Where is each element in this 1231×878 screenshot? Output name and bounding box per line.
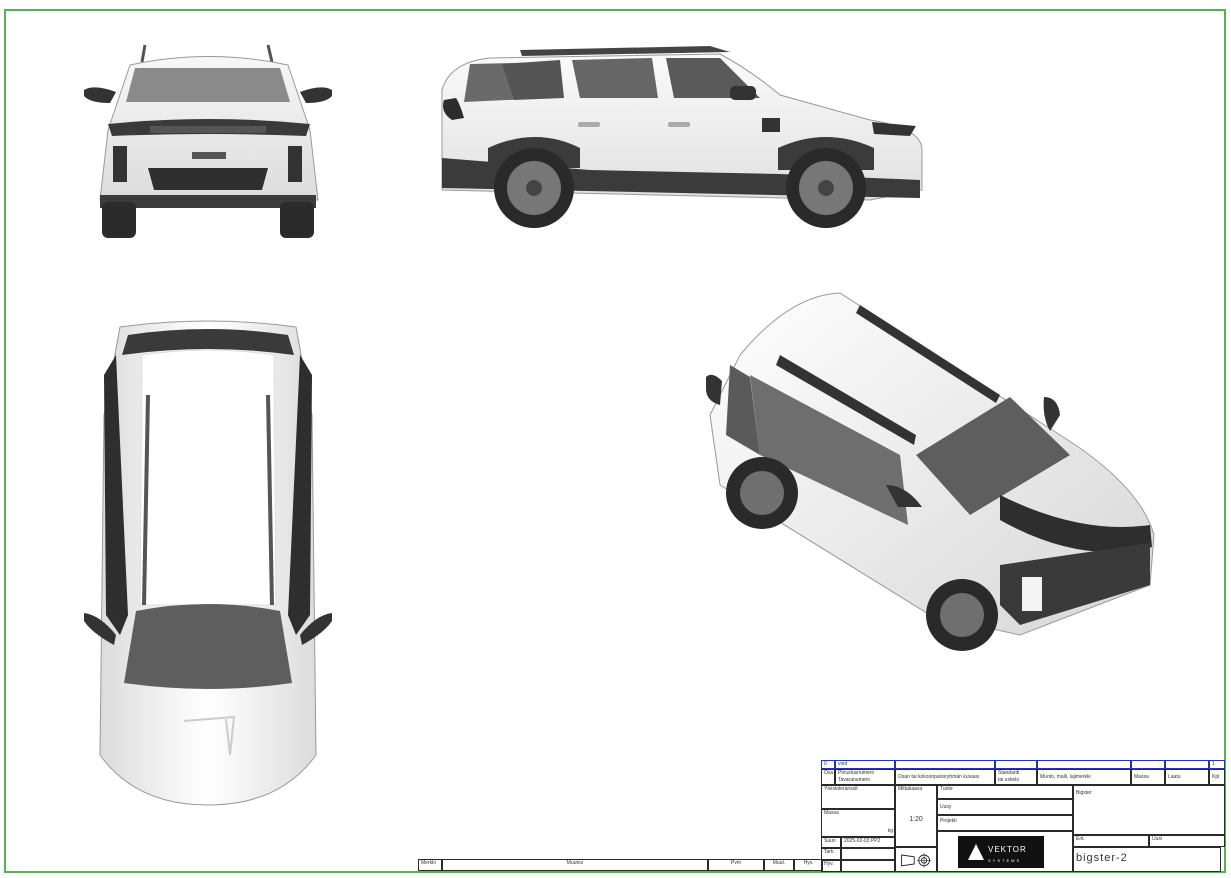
part-number-header: Piirustusnumero Tavaranumero	[835, 769, 895, 785]
standard-header: Standardi tai ustielo	[995, 769, 1037, 785]
drawing-name-field: Bigster	[1073, 785, 1225, 835]
company-logo-image: VEKTOR SYSTEMS	[968, 844, 1027, 863]
project-field: Projekti	[937, 815, 1073, 831]
description-header: Osan tai kokoonpanoryhmän kuvaus	[895, 769, 995, 785]
top-view	[80, 315, 336, 810]
osa-header: Osa	[821, 769, 835, 785]
revision-table: Merkki Muutos Pvm Muut. Hyv.	[418, 859, 823, 871]
model-header: Muoto, malli, lajimerkki	[1037, 769, 1131, 785]
approved-value	[841, 860, 895, 872]
front-view-drawing	[84, 44, 332, 238]
rev-label: void	[835, 760, 895, 769]
rev-muut-header: Muut.	[764, 859, 794, 871]
scale-field: Mittakaava 1:20	[895, 785, 937, 847]
tuote-field: Tuote	[937, 785, 1073, 799]
mass-label: Massa	[824, 810, 839, 816]
drawn-label: Suun	[821, 837, 841, 848]
projection-symbol	[895, 847, 937, 872]
front-view	[80, 40, 336, 245]
sheet-number: 1	[1209, 760, 1225, 769]
part-number-line2: Tavaranumero	[838, 777, 870, 783]
rev-cell	[1037, 760, 1131, 769]
title-block: 0 void 1 Osa Piirustusnumero Tavaranumer…	[821, 760, 1225, 872]
isometric-view	[700, 285, 1162, 660]
laatu-header: Laatu	[1165, 769, 1209, 785]
side-view-drawing	[441, 46, 923, 228]
logo-cell: VEKTOR SYSTEMS	[937, 831, 1073, 872]
mass-unit: kg	[887, 828, 893, 834]
mass-field: Massa kg	[821, 809, 895, 837]
side-view	[430, 40, 930, 245]
previous-drawing-label: Ent.	[1073, 835, 1149, 847]
standard-line1: Standardi	[998, 770, 1020, 776]
rev-muutos-header: Muutos	[442, 859, 708, 871]
rev-index: 0	[821, 760, 835, 769]
general-tolerances-field: Yleistoleranssit	[821, 785, 895, 809]
material-header: Massa	[1131, 769, 1165, 785]
isometric-view-drawing	[706, 292, 1155, 651]
svg-text:SYSTEMS: SYSTEMS	[988, 858, 1021, 863]
first-angle-projection-icon	[901, 853, 932, 868]
rev-cell	[1165, 760, 1209, 769]
rev-hyv-header: Hyv.	[794, 859, 823, 871]
scale-value: 1:20	[909, 816, 923, 823]
equipment-field: Uusy	[937, 799, 1073, 815]
checked-value	[841, 848, 895, 860]
rev-cell	[895, 760, 995, 769]
top-view-drawing	[84, 320, 332, 806]
drawing-number: bigster-2	[1073, 847, 1221, 872]
rev-pvm-header: Pvm	[708, 859, 764, 871]
checked-label: Tark.	[821, 848, 841, 860]
company-logo: VEKTOR SYSTEMS	[958, 836, 1044, 868]
drawn-date: 2025-02-03 PP2	[841, 837, 895, 848]
part-number-line1: Piirustusnumero	[838, 770, 875, 776]
rev-cell	[1131, 760, 1165, 769]
rev-cell	[995, 760, 1037, 769]
svg-text:VEKTOR: VEKTOR	[988, 845, 1027, 854]
scale-label: Mittakaava	[898, 786, 923, 792]
standard-line2: tai ustielo	[998, 777, 1020, 783]
new-drawing-label: Uusi	[1149, 835, 1225, 847]
kpl-header: Kpl	[1209, 769, 1225, 785]
approved-label: Hyv.	[821, 860, 841, 872]
rev-merkki-header: Merkki	[418, 859, 442, 871]
